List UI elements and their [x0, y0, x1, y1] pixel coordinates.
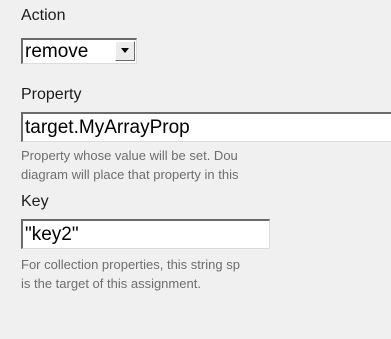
chevron-down-icon — [121, 48, 129, 53]
key-input-value: "key2" — [25, 224, 79, 245]
key-input[interactable]: "key2" — [21, 219, 270, 249]
action-select[interactable]: remove — [21, 38, 137, 64]
property-label: Property — [21, 86, 82, 103]
property-help-line-1: Property whose value will be set. Dou — [21, 148, 238, 163]
property-input[interactable]: target.MyArrayProp — [21, 112, 391, 142]
action-dropdown-button[interactable] — [115, 41, 135, 61]
action-selected-value: remove — [25, 41, 89, 62]
action-label: Action — [21, 7, 66, 24]
key-label: Key — [21, 193, 49, 210]
assignment-properties-panel: Action remove Property target.MyArrayPro… — [0, 0, 391, 339]
key-help-line-2: is the target of this assignment. — [21, 276, 201, 291]
property-input-value: target.MyArrayProp — [25, 117, 190, 138]
key-help-line-1: For collection properties, this string s… — [21, 257, 240, 272]
property-help-line-2: diagram will place that property in this — [21, 167, 239, 182]
